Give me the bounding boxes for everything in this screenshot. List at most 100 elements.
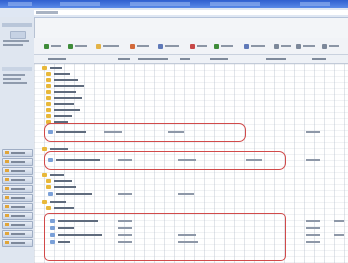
toolbar-label	[165, 45, 179, 47]
folder-icon	[42, 173, 47, 177]
item-cell	[306, 220, 320, 222]
toolbar-button[interactable]	[274, 41, 291, 51]
toolbar-label	[221, 45, 233, 47]
sidebar-header	[2, 67, 32, 71]
item-name	[54, 85, 84, 87]
item-name	[54, 73, 70, 75]
list-item[interactable]	[34, 205, 348, 211]
item-cell	[306, 234, 320, 236]
title-text	[8, 2, 32, 6]
folder-icon	[5, 187, 9, 190]
item-name	[56, 193, 92, 195]
item-cell	[118, 193, 132, 195]
item-name	[50, 148, 68, 150]
sidebar-button[interactable]	[2, 158, 33, 166]
item-name	[54, 180, 72, 182]
sidebar-button[interactable]	[2, 239, 33, 247]
folder-icon	[96, 43, 101, 49]
item-name	[54, 109, 80, 111]
toolbar-button[interactable]	[130, 41, 149, 51]
title-text	[210, 2, 260, 6]
sidebar-button-label	[11, 197, 25, 199]
explorer-window	[0, 0, 348, 263]
sidebar-button[interactable]	[2, 221, 33, 229]
item-cell	[306, 131, 320, 133]
column-header-cell[interactable]	[180, 58, 190, 60]
column-header-cell[interactable]	[266, 58, 286, 60]
folder-icon	[46, 72, 51, 76]
sidebar-button[interactable]	[2, 194, 33, 202]
sidebar-button[interactable]	[2, 212, 33, 220]
sidebar-button[interactable]	[2, 185, 33, 193]
item-cell	[306, 241, 320, 243]
item-name	[54, 103, 74, 105]
column-header-name[interactable]	[48, 58, 66, 60]
toolbar-button[interactable]	[96, 41, 119, 51]
column-header-cell[interactable]	[312, 58, 326, 60]
toolbar-label	[303, 45, 315, 47]
drive-icon[interactable]	[10, 31, 26, 39]
item-cell	[334, 220, 344, 222]
address-input[interactable]	[34, 10, 348, 15]
sidebar-button[interactable]	[2, 167, 33, 175]
title-text	[60, 2, 100, 6]
highlight-box	[44, 151, 286, 170]
folder-icon	[46, 185, 51, 189]
list-item[interactable]	[34, 184, 348, 190]
toolbar-button[interactable]	[44, 41, 61, 51]
sidebar-label	[3, 74, 25, 76]
toolbar-label	[281, 45, 291, 47]
table-row[interactable]	[34, 191, 348, 197]
sidebar-button[interactable]	[2, 203, 33, 211]
toolbar-label	[137, 45, 149, 47]
folder-icon	[5, 223, 9, 226]
sidebar-button[interactable]	[2, 149, 33, 157]
tool-icon	[214, 43, 219, 49]
column-header	[34, 55, 348, 64]
view-icon	[244, 43, 249, 49]
item-name	[54, 79, 78, 81]
sidebar-button-label	[11, 179, 25, 181]
folder-icon	[5, 169, 9, 172]
address-bar	[0, 8, 348, 18]
toolbar-button[interactable]	[158, 41, 179, 51]
column-header-cell[interactable]	[118, 58, 130, 60]
column-header-cell[interactable]	[138, 58, 168, 60]
tool-icon	[158, 43, 163, 49]
item-name	[50, 174, 64, 176]
folder-icon	[5, 178, 9, 181]
window-controls[interactable]	[300, 2, 330, 6]
item-cell	[334, 234, 344, 236]
title-bar	[0, 0, 348, 8]
column-header-cell[interactable]	[210, 58, 228, 60]
folder-icon	[42, 66, 47, 70]
folder-icon	[42, 200, 47, 204]
sidebar-button[interactable]	[2, 176, 33, 184]
sidebar-button-label	[11, 188, 25, 190]
toolbar-button[interactable]	[296, 41, 315, 51]
sidebar-button-label	[11, 233, 25, 235]
folder-icon	[5, 151, 9, 154]
folder-icon	[46, 78, 51, 82]
folder-icon	[5, 214, 9, 217]
folder-icon	[46, 96, 51, 100]
toolbar-button[interactable]	[244, 41, 265, 51]
item-name	[54, 115, 72, 117]
toolbar-label	[51, 45, 61, 47]
sidebar-label	[3, 82, 27, 84]
item-name	[54, 91, 76, 93]
folder-icon	[46, 206, 51, 210]
sidebar-button[interactable]	[2, 230, 33, 238]
highlight-box	[44, 123, 246, 142]
toolbar-label	[251, 45, 265, 47]
toolbar-button[interactable]	[68, 41, 87, 51]
tool-icon	[296, 43, 301, 49]
tool-icon	[130, 43, 135, 49]
folder-icon	[5, 241, 9, 244]
toolbar-button[interactable]	[214, 41, 233, 51]
tool-icon	[190, 43, 195, 49]
sidebar-header	[2, 23, 32, 27]
item-name	[54, 207, 74, 209]
toolbar-button[interactable]	[190, 41, 207, 51]
toolbar-button[interactable]	[322, 41, 339, 51]
